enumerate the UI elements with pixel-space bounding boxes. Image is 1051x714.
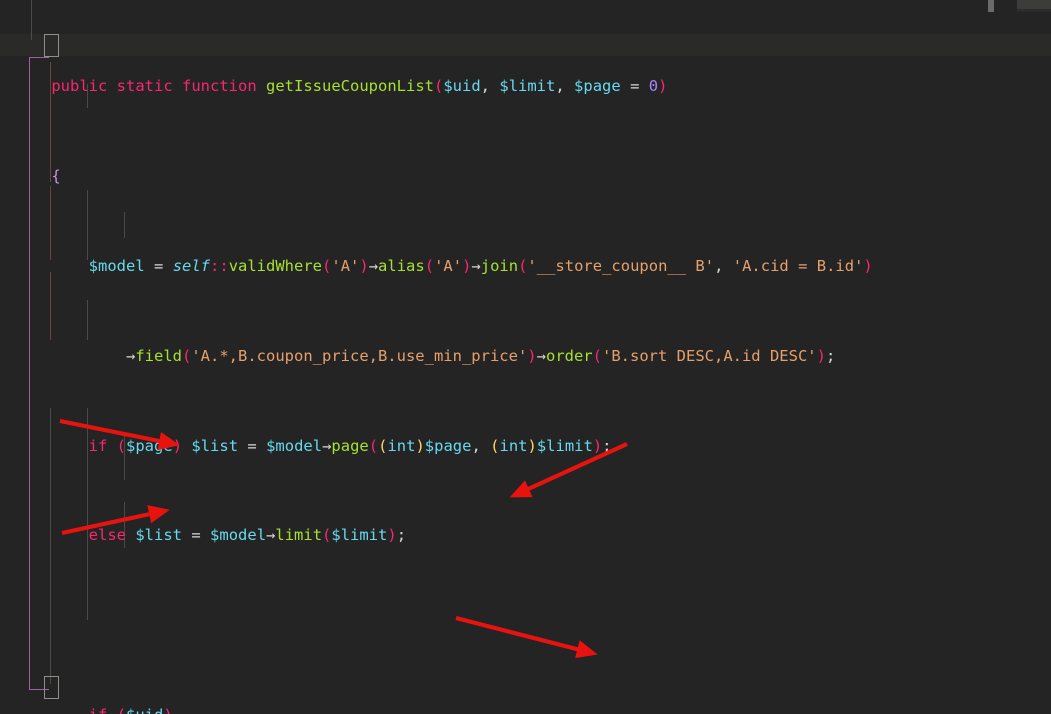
code-line: if ($page) $list = $model→page((int)$pag… (88, 436, 612, 455)
code-line: { (51, 167, 61, 186)
code-editor-window: public static function getIssueCouponLis… (0, 0, 1051, 714)
code-line: →field('A.*,B.coupon_price,B.use_min_pri… (125, 346, 836, 365)
code-line: public static function getIssueCouponLis… (51, 77, 668, 96)
code-line: else $list = $model→limit($limit); (88, 526, 407, 545)
code-text-area[interactable]: public static function getIssueCouponLis… (0, 0, 1051, 714)
code-line: if ($uid) (0, 704, 1051, 714)
code-line: $model = self::validWhere('A')→alias('A'… (88, 256, 873, 275)
